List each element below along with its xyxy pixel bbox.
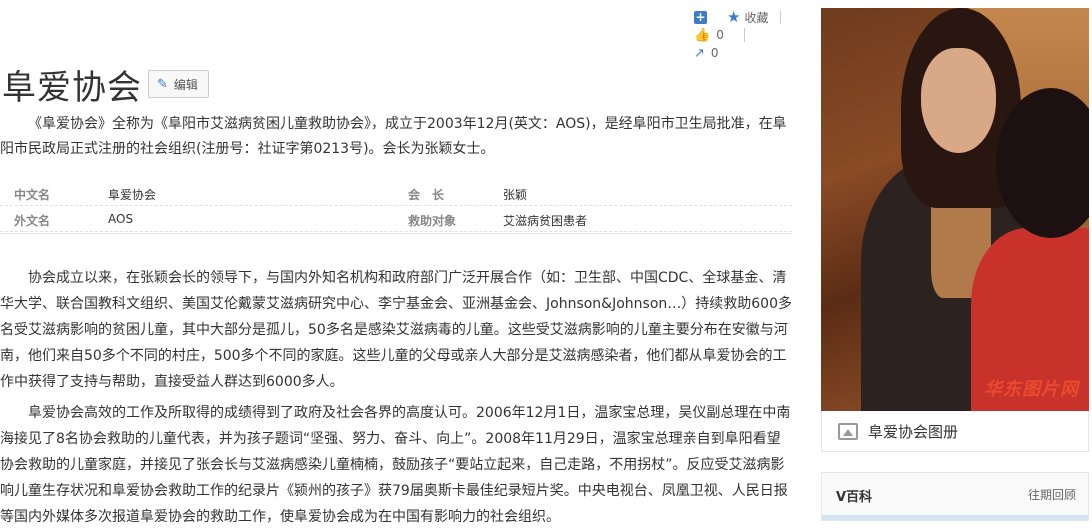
share-icon[interactable]: ↗: [694, 46, 705, 61]
divider: [743, 28, 745, 42]
edit-label: 编辑: [173, 77, 198, 92]
body-paragraph: 协会成立以来，在张颖会长的领导下，与国内外知名机构和政府部门广泛开展合作（如：卫…: [0, 270, 792, 390]
add-icon[interactable]: +: [694, 10, 707, 24]
album-link[interactable]: 阜爱协会图册: [821, 411, 1089, 452]
photo-figure: [921, 48, 996, 153]
main-content: + ★ 收藏 👍 0 ↗ 0 阜爱协会 ✎ 编辑 《阜爱协会》全称为《阜阳市艾滋…: [0, 0, 800, 525]
album-link-label: 阜爱协会图册: [868, 422, 959, 441]
star-icon[interactable]: ★: [727, 8, 740, 26]
info-key: 救助对象: [408, 214, 457, 228]
v-baike-box: V百科 往期回顾: [821, 472, 1089, 521]
basic-info-table: 中文名 阜爱协会 会 长 张颖 外文名 AOS 救助对象 艾滋病贫困患者: [0, 180, 792, 232]
share-count: 0: [710, 46, 719, 60]
action-strip: + ★ 收藏 👍 0 ↗ 0: [694, 8, 804, 62]
info-value[interactable]: 张颖: [503, 186, 527, 203]
info-row: 外文名 AOS 救助对象 艾滋病贫困患者: [0, 206, 792, 232]
collect-button[interactable]: 收藏: [744, 9, 768, 26]
sidebar: 华东图片网 阜爱协会图册: [821, 8, 1089, 452]
edit-button[interactable]: ✎ 编辑: [148, 70, 209, 98]
v-baike-banner[interactable]: [822, 515, 1088, 520]
info-key: 中文名: [14, 188, 51, 202]
v-baike-title: V百科: [836, 490, 873, 505]
info-value: 阜爱协会: [108, 188, 157, 202]
like-count: 0: [716, 28, 724, 42]
lead-summary: 《阜爱协会》全称为《阜阳市艾滋病贫困儿童救助协会》，成立于2003年12月(英文…: [0, 116, 787, 157]
info-key: 外文名: [14, 214, 51, 228]
info-row: 中文名 阜爱协会 会 长 张颖: [0, 180, 792, 206]
past-issues-link[interactable]: 往期回顾: [1028, 486, 1076, 503]
pencil-icon: ✎: [157, 76, 168, 92]
album-photo[interactable]: 华东图片网: [821, 8, 1089, 411]
photo-watermark: 华东图片网: [984, 379, 1079, 400]
body-paragraph: 阜爱协会高效的工作及所取得的成绩得到了政府及社会各界的高度认可。2006年12月…: [0, 405, 791, 525]
info-value[interactable]: 艾滋病贫困患者: [503, 212, 587, 229]
gallery-icon: [838, 422, 858, 440]
page-title: 阜爱协会: [2, 68, 142, 108]
info-value: AOS: [108, 212, 134, 226]
divider: [780, 10, 782, 24]
section-divider: [0, 233, 792, 234]
info-key: 会 长: [408, 188, 445, 202]
thumbs-up-icon[interactable]: 👍: [694, 28, 710, 43]
